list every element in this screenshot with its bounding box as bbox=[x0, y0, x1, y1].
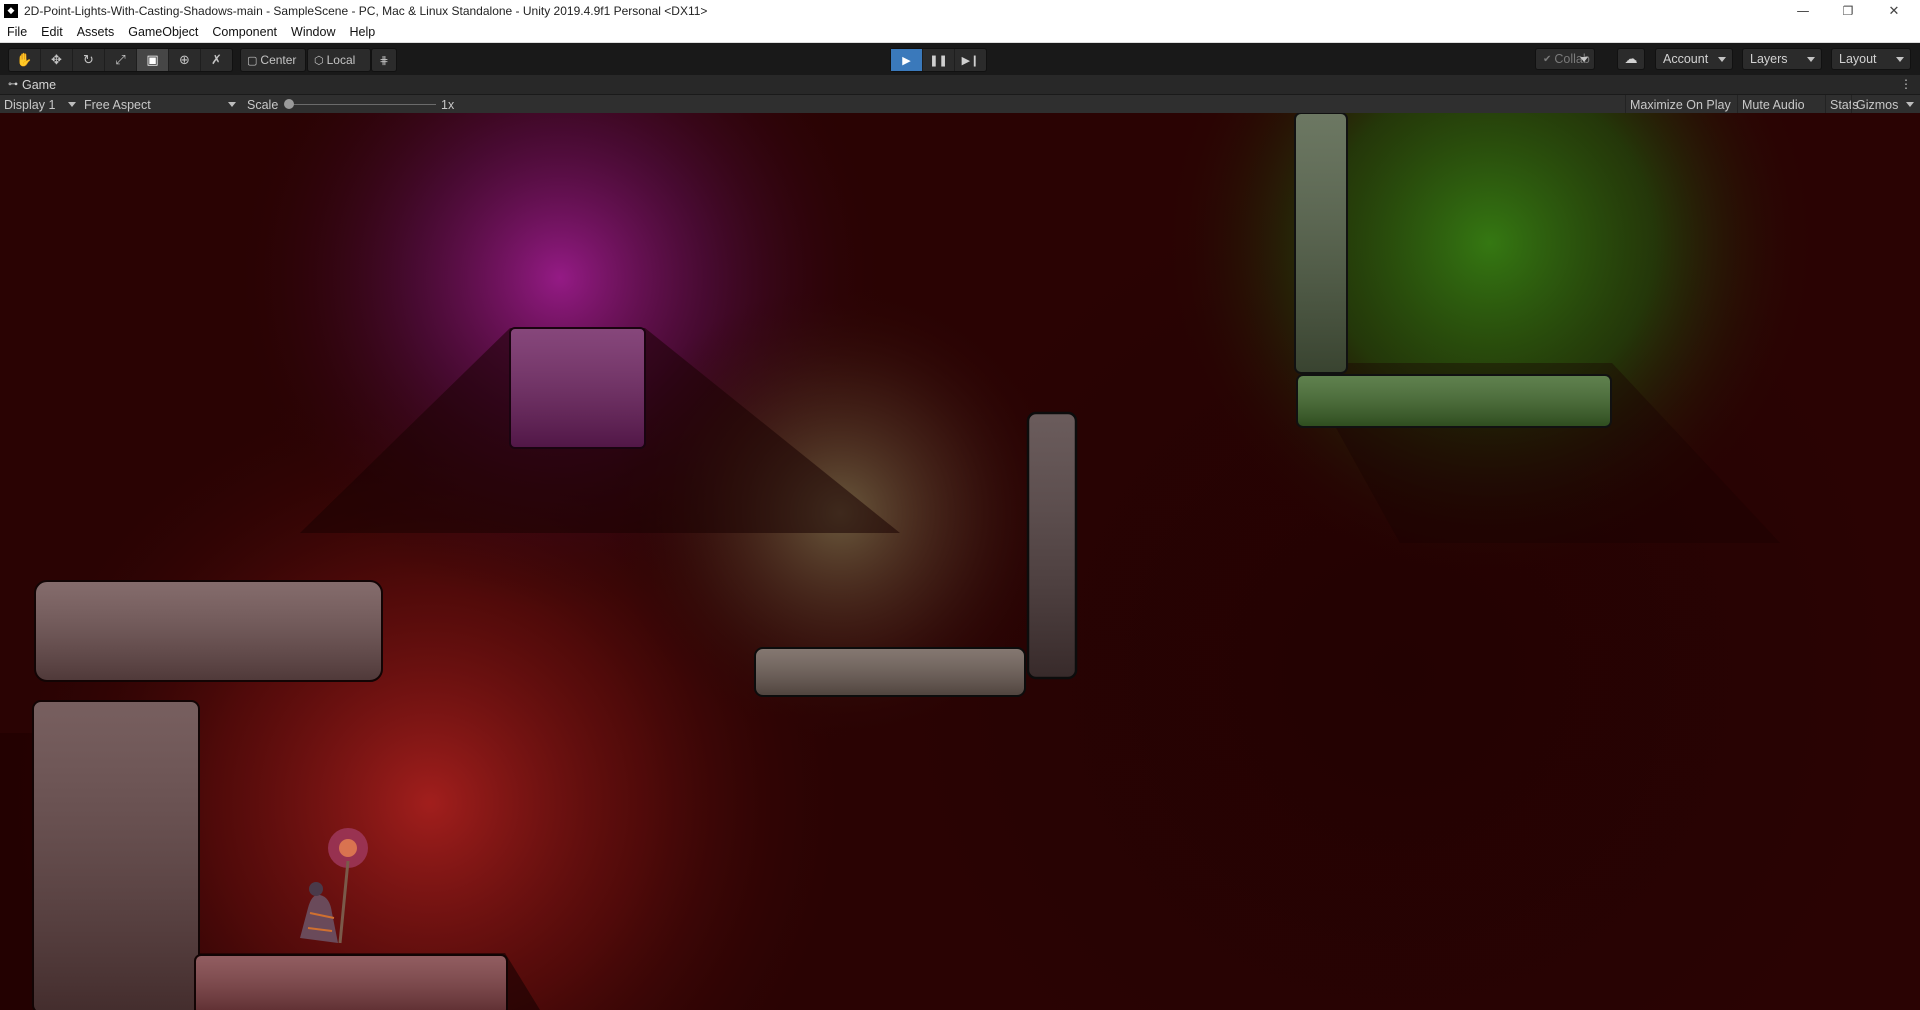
move-tool-icon[interactable]: ✥ bbox=[41, 49, 73, 71]
game-view-toolbar: Display 1 Free Aspect Scale 1x Maximize … bbox=[0, 94, 1920, 115]
menu-gameobject[interactable]: GameObject bbox=[121, 25, 205, 39]
pivot-rotation-button[interactable]: ⬡ Local bbox=[307, 48, 371, 72]
more-options-icon[interactable]: ⋮ bbox=[1900, 77, 1912, 91]
gamepad-icon: ⊶ bbox=[8, 79, 18, 90]
player-hood bbox=[309, 882, 323, 896]
torch-point-light bbox=[0, 113, 1920, 1010]
display-label: Display 1 bbox=[4, 97, 56, 112]
hand-tool-icon[interactable]: ✋ bbox=[9, 49, 41, 71]
game-viewport[interactable] bbox=[0, 113, 1920, 1010]
menu-assets[interactable]: Assets bbox=[70, 25, 122, 39]
maximize-on-play-toggle[interactable]: Maximize On Play bbox=[1625, 95, 1742, 114]
gizmos-label: Gizmos bbox=[1856, 97, 1899, 112]
tab-game-label: Game bbox=[22, 77, 57, 92]
collab-button[interactable]: ✔ Collab bbox=[1535, 48, 1595, 70]
chevron-down-icon bbox=[1807, 57, 1815, 62]
mute-audio-toggle[interactable]: Mute Audio bbox=[1737, 95, 1814, 114]
layers-label: Layers bbox=[1750, 52, 1788, 66]
display-dropdown[interactable]: Display 1 bbox=[4, 95, 76, 114]
scale-tool-icon[interactable]: ⤢ bbox=[105, 49, 137, 71]
grid-snap-icon: ⋕ bbox=[379, 53, 389, 67]
chevron-down-icon bbox=[1718, 57, 1726, 62]
layers-dropdown[interactable]: Layers bbox=[1742, 48, 1822, 70]
playback-controls: ▶ ❚❚ ▶❙ bbox=[890, 48, 987, 72]
maximize-icon[interactable]: ❐ bbox=[1826, 0, 1870, 22]
chevron-down-icon bbox=[68, 102, 76, 107]
main-toolbar: ✋ ✥ ↻ ⤢ ▣ ⊕ ✗ ▢ Center ⬡ Local ⋕ ▶ ❚❚ ▶❙… bbox=[0, 43, 1920, 75]
scale-slider-track[interactable] bbox=[288, 104, 436, 105]
step-icon[interactable]: ▶❙ bbox=[955, 49, 986, 71]
account-dropdown[interactable]: Account bbox=[1655, 48, 1733, 70]
pivot-local-icon: ⬡ bbox=[314, 53, 324, 67]
maximize-on-play-label: Maximize On Play bbox=[1630, 97, 1731, 112]
scale-value: 1x bbox=[441, 97, 455, 112]
menu-bar: File Edit Assets GameObject Component Wi… bbox=[0, 22, 1920, 43]
tab-game[interactable]: ⊶ Game bbox=[0, 75, 67, 94]
pause-icon[interactable]: ❚❚ bbox=[923, 49, 955, 71]
aspect-dropdown[interactable]: Free Aspect bbox=[84, 95, 236, 114]
game-tab-bar: ⊶ Game ⋮ bbox=[0, 75, 1920, 94]
check-icon: ✔ bbox=[1543, 53, 1552, 65]
layout-label: Layout bbox=[1839, 52, 1877, 66]
gizmos-dropdown-caret[interactable] bbox=[1906, 102, 1914, 107]
window-title-bar: ◆ 2D-Point-Lights-With-Casting-Shadows-m… bbox=[0, 0, 1920, 22]
menu-component[interactable]: Component bbox=[205, 25, 284, 39]
scale-slider-thumb[interactable] bbox=[284, 99, 294, 109]
close-icon[interactable]: ✕ bbox=[1872, 0, 1916, 22]
play-icon[interactable]: ▶ bbox=[891, 49, 923, 71]
cloud-icon: ☁ bbox=[1624, 51, 1638, 67]
chevron-down-icon bbox=[1580, 57, 1588, 62]
rect-tool-icon[interactable]: ▣ bbox=[137, 49, 169, 71]
pivot-mode-button[interactable]: ▢ Center bbox=[240, 48, 306, 72]
unity-logo-icon: ◆ bbox=[4, 4, 18, 18]
transform-tools: ✋ ✥ ↻ ⤢ ▣ ⊕ ✗ bbox=[8, 48, 233, 72]
menu-help[interactable]: Help bbox=[342, 25, 382, 39]
rotate-tool-icon[interactable]: ↻ bbox=[73, 49, 105, 71]
transform-tool-icon[interactable]: ⊕ bbox=[169, 49, 201, 71]
scale-label: Scale bbox=[247, 97, 279, 112]
chevron-down-icon bbox=[228, 102, 236, 107]
aspect-label: Free Aspect bbox=[84, 97, 151, 112]
account-label: Account bbox=[1663, 52, 1709, 66]
menu-file[interactable]: File bbox=[0, 25, 34, 39]
custom-tool-icon[interactable]: ✗ bbox=[201, 49, 232, 71]
pivot-mode-label: Center bbox=[260, 53, 297, 67]
mute-audio-label: Mute Audio bbox=[1742, 97, 1805, 112]
menu-edit[interactable]: Edit bbox=[34, 25, 70, 39]
pivot-rotation-label: Local bbox=[326, 53, 356, 67]
layout-dropdown[interactable]: Layout bbox=[1831, 48, 1911, 70]
grid-snap-button[interactable]: ⋕ bbox=[371, 48, 397, 72]
game-scene bbox=[0, 113, 1920, 1010]
minimize-icon[interactable]: — bbox=[1781, 0, 1825, 22]
pivot-center-icon: ▢ bbox=[247, 53, 258, 67]
window-title: 2D-Point-Lights-With-Casting-Shadows-mai… bbox=[24, 4, 708, 18]
chevron-down-icon bbox=[1896, 57, 1904, 62]
menu-window[interactable]: Window bbox=[284, 25, 342, 39]
cloud-button[interactable]: ☁ bbox=[1617, 48, 1645, 70]
